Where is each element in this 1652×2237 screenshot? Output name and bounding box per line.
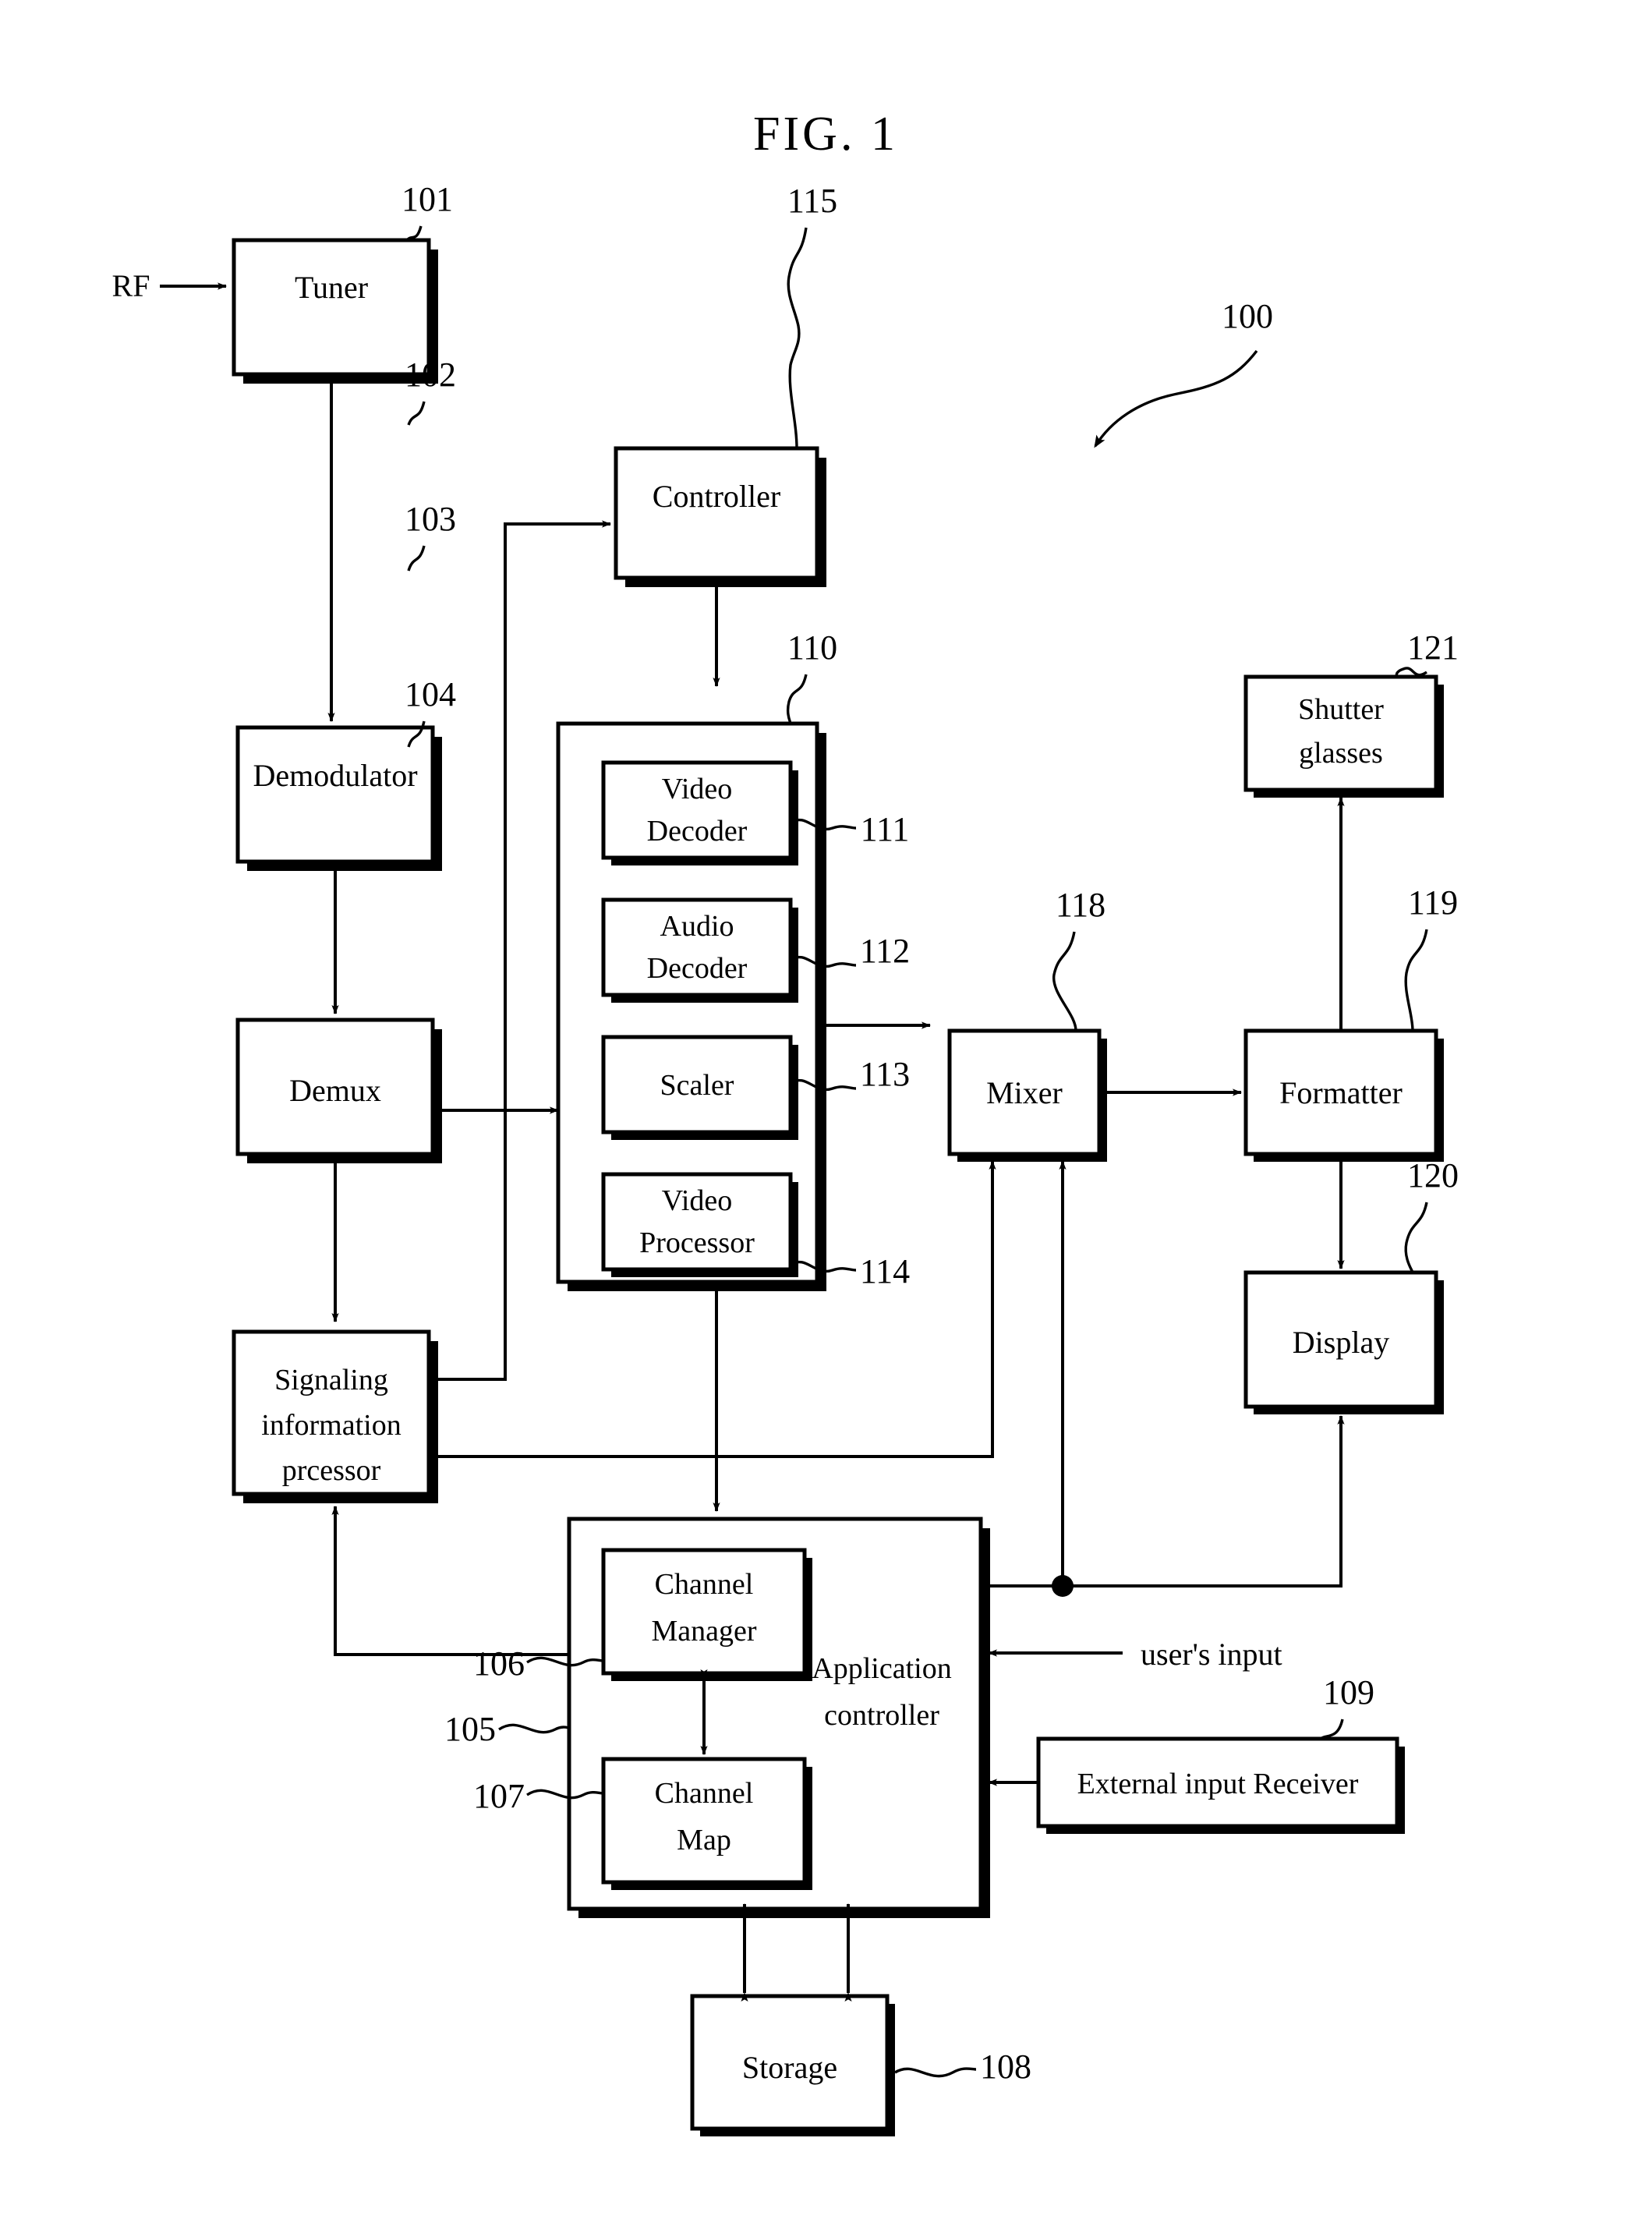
shutter-glasses-label-line2: glasses xyxy=(1299,737,1383,770)
formatter-label: Formatter xyxy=(1279,1075,1403,1110)
signaling-label-line1: Signaling xyxy=(274,1364,388,1396)
ref-108: 108 xyxy=(980,2048,1031,2086)
wire-appctrl-display xyxy=(981,1415,1345,1587)
audio-decoder-label-line2: Decoder xyxy=(647,952,748,985)
figure-canvas: FIG. 1 100 RF Tuner 101 Demodulator 102 … xyxy=(0,0,1652,2237)
ref-101: 101 xyxy=(402,180,453,218)
storage-label: Storage xyxy=(742,2050,837,2085)
ref-118: 118 xyxy=(1056,886,1105,924)
ref-114: 114 xyxy=(860,1252,910,1290)
ref-112: 112 xyxy=(860,932,910,970)
ref-102: 102 xyxy=(405,356,456,394)
ref-115: 115 xyxy=(787,182,837,220)
audio-decoder-label-line1: Audio xyxy=(660,910,734,943)
channel-map-label-line2: Map xyxy=(677,1824,731,1856)
leader-118 xyxy=(1052,931,1077,1032)
user-input-label: user's input xyxy=(1141,1637,1282,1672)
ref-103: 103 xyxy=(405,500,456,538)
demux-label: Demux xyxy=(289,1073,381,1108)
ref-113: 113 xyxy=(860,1055,910,1093)
leader-120 xyxy=(1404,1202,1428,1273)
ref-105: 105 xyxy=(444,1710,496,1748)
demodulator-box[interactable] xyxy=(235,725,435,864)
leader-103 xyxy=(407,545,426,572)
leader-108 xyxy=(894,2067,977,2078)
ref-111: 111 xyxy=(861,810,910,848)
ref-107: 107 xyxy=(473,1777,525,1815)
block-diagram-svg: FIG. 1 100 RF Tuner 101 Demodulator 102 … xyxy=(112,108,1459,2136)
video-decoder-label-line2: Decoder xyxy=(647,815,748,848)
display-label: Display xyxy=(1293,1325,1389,1360)
leader-110 xyxy=(786,674,808,724)
leader-102 xyxy=(407,401,426,426)
ref-121: 121 xyxy=(1407,628,1459,667)
video-processor-label-line1: Video xyxy=(662,1184,733,1217)
leader-109 xyxy=(1319,1718,1344,1740)
rf-input-label: RF xyxy=(112,268,150,303)
signaling-label-line3: prcessor xyxy=(282,1454,381,1487)
leader-100 xyxy=(1094,349,1258,448)
demodulator-label: Demodulator xyxy=(253,758,417,793)
tuner-label: Tuner xyxy=(295,270,368,305)
junction-dot xyxy=(1052,1575,1074,1597)
leader-101 xyxy=(405,225,423,242)
app-controller-label-line1: Application xyxy=(812,1652,951,1685)
figure-title: FIG. 1 xyxy=(753,108,898,161)
ref-120: 120 xyxy=(1407,1156,1459,1195)
scaler-label: Scaler xyxy=(660,1069,734,1102)
mixer-label: Mixer xyxy=(986,1075,1063,1110)
ref-119: 119 xyxy=(1408,883,1458,922)
ref-106: 106 xyxy=(473,1644,525,1683)
channel-map-label-line1: Channel xyxy=(655,1777,754,1810)
app-controller-label-line2: controller xyxy=(824,1699,939,1732)
video-decoder-label-line1: Video xyxy=(662,773,733,805)
shutter-glasses-label-line1: Shutter xyxy=(1298,693,1384,726)
ref-109: 109 xyxy=(1323,1673,1374,1711)
video-processor-label-line2: Processor xyxy=(639,1226,755,1259)
ref-100: 100 xyxy=(1222,297,1273,335)
ref-104: 104 xyxy=(405,675,456,713)
channel-manager-label-line1: Channel xyxy=(655,1568,754,1601)
channel-manager-label-line2: Manager xyxy=(651,1615,756,1648)
signaling-label-line2: information xyxy=(261,1409,401,1442)
ext-input-label: External input Receiver xyxy=(1077,1768,1359,1800)
leader-105 xyxy=(498,1723,570,1734)
tuner-box[interactable] xyxy=(232,238,431,377)
leader-115 xyxy=(787,227,808,449)
controller-label: Controller xyxy=(653,479,780,514)
leader-119 xyxy=(1404,929,1428,1032)
ref-110: 110 xyxy=(787,628,837,667)
